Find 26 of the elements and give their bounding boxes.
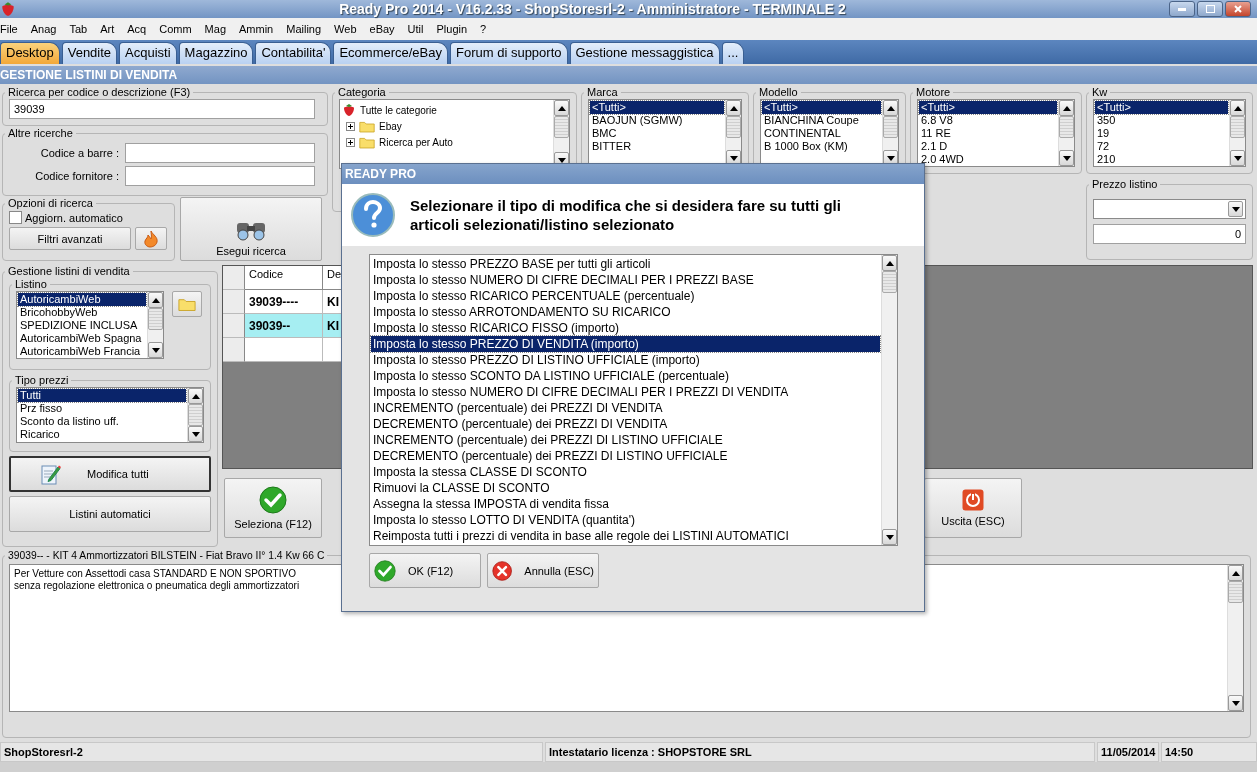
description-line: senza regolazione elettronica o pneumatica degli ammortizzatori — [14, 580, 300, 592]
group-label: Prezzo listino — [1091, 178, 1159, 190]
dialog-title: READY PRO — [342, 164, 924, 184]
status-text: 14:50 — [1161, 742, 1257, 762]
description-line: Per Vetture con Assettodi casa STANDARD E NON SPORTIVO — [14, 568, 296, 580]
group-label: Modello — [758, 86, 799, 98]
group-label: Ricerca per codice o descrizione (F3) — [7, 86, 192, 98]
dialog-message: Selezionare il tipo di modifica che si desidera fare su tutti gli articoli selezionati/listino selezionato — [410, 196, 842, 234]
group-label: Motore — [915, 86, 952, 98]
field-label: Codice fornitore : — [34, 170, 119, 182]
group-label: Listino — [14, 278, 48, 290]
group-label: Marca — [586, 86, 619, 98]
group-label: Tipo prezzi — [14, 374, 70, 386]
group-label: Kw — [1091, 86, 1109, 98]
group-label: 39039-- - KIT 4 Ammortizzatori BILSTEIN - Fiat Bravo II° 1.4 Kw 66 C — [7, 550, 326, 561]
checkbox-label: Aggiorn. automatico — [25, 211, 123, 224]
status-text: ShopStoresrl-2 — [0, 742, 543, 762]
status-text: 11/05/2014 — [1097, 742, 1159, 762]
section-title: GESTIONE LISTINI DI VENDITA — [0, 66, 1257, 84]
group-label: Altre ricerche — [7, 127, 74, 139]
status-text: Intestatario licenza : SHOPSTORE SRL — [545, 742, 1095, 762]
window-title: Ready Pro 2014 - V16.2.33 - ShopStoresrl-2 - Amministratore - TERMINALE 2 — [338, 1, 847, 17]
group-label: Opzioni di ricerca — [7, 197, 94, 209]
field-label: Codice a barre : — [39, 147, 119, 159]
group-label: Gestione listini di vendita — [7, 265, 131, 277]
group-label: Categoria — [337, 86, 387, 98]
